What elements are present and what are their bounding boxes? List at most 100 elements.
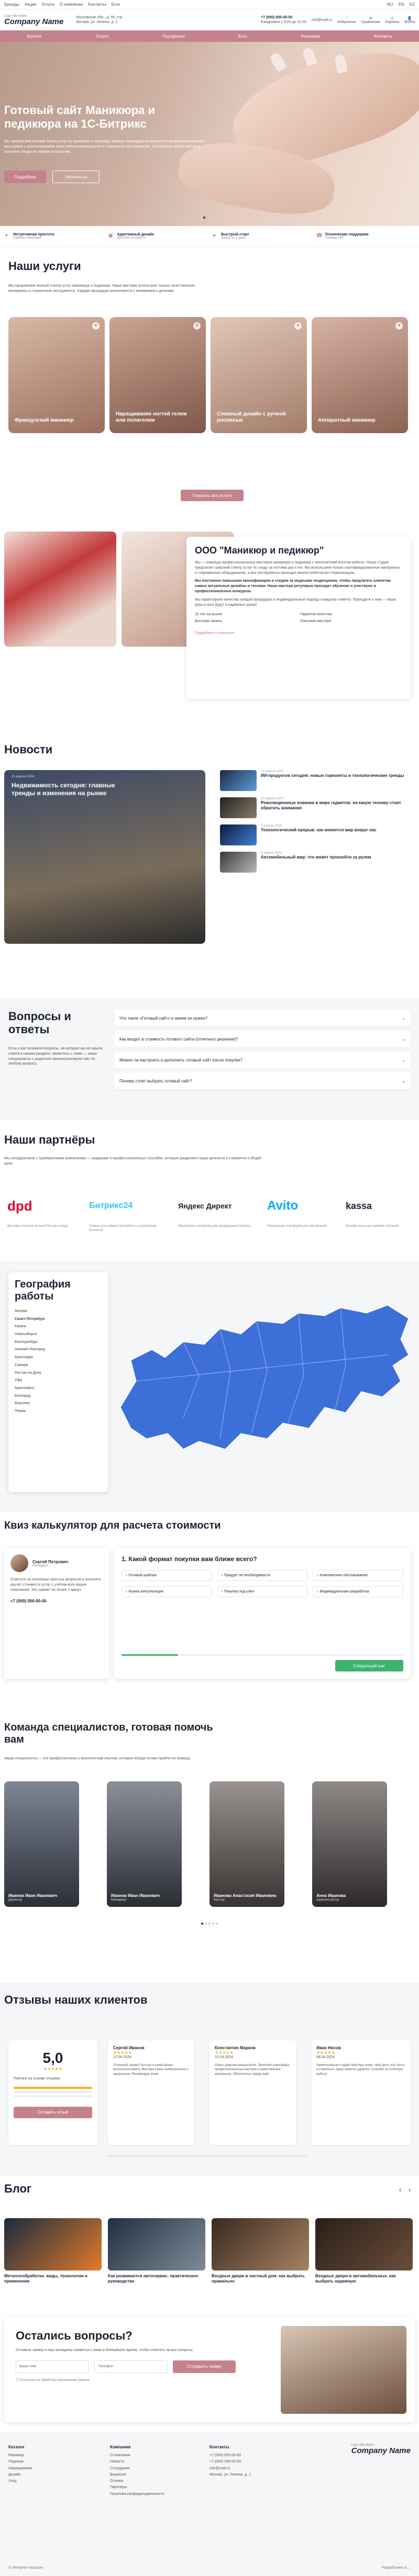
nav-catalog[interactable]: Каталог (23, 34, 46, 39)
city-item[interactable]: Воронеж (15, 1400, 102, 1408)
topbar-link[interactable]: Бренды (4, 2, 19, 7)
faq-item[interactable]: Можно ли настроить и дополнить готовый с… (114, 1052, 411, 1068)
service-card[interactable]: + Наращивание ногтей гелем или полигелем (109, 317, 206, 433)
team-member-card[interactable]: Иванов Иван Иванович Директор (4, 1781, 79, 1907)
russia-map[interactable] (115, 1292, 414, 1465)
footer-link[interactable]: +7 (000) 000-00-00 (210, 2453, 251, 2459)
compare-button[interactable]: ⇄ Сравнение (361, 16, 380, 24)
quiz-option[interactable]: ○ Нужна консультация (122, 1586, 212, 1597)
city-item[interactable]: Белгород (15, 1393, 102, 1400)
topbar-link[interactable]: Блог (112, 2, 120, 7)
nav-blog[interactable]: Блог (234, 34, 251, 39)
nav-company[interactable]: Компания (297, 34, 325, 39)
city-item[interactable]: Казань (15, 1323, 102, 1331)
blog-card[interactable]: Входные двери в автомобильных: как выбра… (315, 2218, 413, 2291)
footer-link[interactable]: О компании (110, 2453, 164, 2459)
blog-card[interactable]: Металлообработка: виды, технологии и при… (4, 2218, 102, 2291)
quiz-option[interactable]: ○ Продукт по необходимости (217, 1570, 308, 1581)
phone-input[interactable] (94, 2360, 168, 2373)
partner-card[interactable]: dpd Доставка посылок по всей России и мир… (7, 1188, 81, 1245)
lang-kz[interactable]: KZ (410, 2, 415, 7)
footer-link[interactable]: Педикюр (8, 2459, 32, 2465)
footer-link[interactable]: Уход (8, 2478, 32, 2484)
city-item[interactable]: Ростов-на-Дону (15, 1370, 102, 1377)
faq-item[interactable]: Почему стоит выбрать готовый сайт? ⌄ (114, 1072, 411, 1089)
hero-more-button[interactable]: Подробнее (4, 171, 46, 183)
city-item[interactable]: Екатеринбург (15, 1339, 102, 1347)
team-pagination[interactable] (0, 1923, 419, 1925)
footer-link[interactable]: Партнёры (110, 2484, 164, 2491)
topbar-link[interactable]: Контакты (88, 2, 106, 7)
hero-pagination[interactable] (0, 217, 419, 219)
city-item[interactable]: Санкт-Петербург (15, 1316, 102, 1324)
login-button[interactable]: 👤 Войти (404, 16, 415, 24)
city-item[interactable]: Нижний Новгород (15, 1346, 102, 1354)
quiz-option[interactable]: ○ Готовый шаблон (122, 1570, 212, 1581)
footer-logo[interactable]: Logo Site Demo Company Name (351, 2444, 411, 2455)
footer-link[interactable]: Сотрудники (110, 2466, 164, 2472)
submit-button[interactable]: Отправить заявку (173, 2360, 236, 2373)
quiz-option[interactable]: ○ Комплексное обслуживание (313, 1570, 403, 1581)
nav-services[interactable]: Услуги (92, 34, 113, 39)
reviews-scrollbar[interactable] (108, 2155, 307, 2157)
city-item[interactable]: Новосибирск (15, 1331, 102, 1339)
service-card[interactable]: + Французский маникюр (8, 317, 105, 433)
news-item[interactable]: 8 апреля 2024 Технологический прорыв: как… (220, 824, 411, 845)
footer-link[interactable]: Маникюр (8, 2453, 32, 2459)
city-item[interactable]: Краснодар (15, 1354, 102, 1362)
quiz-next-button[interactable]: Следующий шаг (335, 1660, 403, 1671)
city-item[interactable]: Самара (15, 1362, 102, 1370)
team-member-card[interactable]: Анна Иванова Администратор (312, 1781, 387, 1907)
footer-link[interactable]: Политика конфиденциальности (110, 2491, 164, 2498)
city-item[interactable]: Москва (15, 1308, 102, 1316)
lang-en[interactable]: EN (399, 2, 404, 7)
topbar-link[interactable]: Услуги (41, 2, 54, 7)
favorites-button[interactable]: ♡ Избранное (337, 16, 356, 24)
city-item[interactable]: Пермь (15, 1408, 102, 1416)
footer-link[interactable]: info@mail.ru (210, 2466, 251, 2472)
nav-portfolio[interactable]: Портфолио (158, 34, 189, 39)
faq-item[interactable]: Что такое «Готовый сайт» и зачем он нуже… (114, 1010, 411, 1026)
blog-card[interactable]: Входные двери в частный дом: как выбрать… (212, 2218, 309, 2291)
chevron-left-icon[interactable]: ‹ (399, 2186, 401, 2194)
services-more-button[interactable]: Показать все услуги (181, 490, 244, 501)
footer-link[interactable]: Москва, ул. Ленина, д. 1 (210, 2472, 251, 2478)
footer-link[interactable]: +7 (000) 000-00-00 (210, 2459, 251, 2465)
news-main-card[interactable]: 15 апреля 2024 Недвижимость сегодня: гла… (4, 770, 205, 944)
lang-ru[interactable]: RU (387, 2, 393, 7)
footer-link[interactable]: Отзывы (110, 2478, 164, 2484)
service-card[interactable]: + Сложный дизайн с ручной росписью (211, 317, 307, 433)
topbar-link[interactable]: Акции (25, 2, 36, 7)
cart-button[interactable]: 🛒 Корзина (385, 16, 400, 24)
city-item[interactable]: Уфа (15, 1377, 102, 1385)
footer-link[interactable]: Новости (110, 2459, 164, 2465)
quiz-phone[interactable]: +7 (000) 000-00-00 (10, 1599, 103, 1603)
news-item[interactable]: 5 апреля 2024 Автомобильный мир: что може… (220, 852, 411, 873)
quiz-option[interactable]: ○ Покупка под ключ (217, 1586, 308, 1597)
city-item[interactable]: Красноярск (15, 1385, 102, 1393)
footer-link[interactable]: Дизайн (8, 2472, 32, 2478)
news-item[interactable]: 10 апреля 2024 Революционные новинки в ми… (220, 797, 411, 818)
nav-contacts[interactable]: Контакты (370, 34, 396, 39)
hero-signup-button[interactable]: Записаться (52, 171, 100, 183)
partner-card[interactable]: Битрикс24 Сервис для совместной работы и … (89, 1188, 162, 1245)
footer-link[interactable]: Вакансии (110, 2472, 164, 2478)
partner-card[interactable]: kassa Онлайн-касса для приёма платежей (346, 1188, 419, 1245)
partner-card[interactable]: Яндекс Директ Рекламная платформа для про… (178, 1188, 251, 1245)
quiz-option[interactable]: ○ Индивидуальная разработка (313, 1586, 403, 1597)
service-card[interactable]: + Аппаратный маникюр (312, 317, 408, 433)
header-phone[interactable]: +7 (000) 000-00-00 (261, 16, 306, 19)
chevron-right-icon[interactable]: › (409, 2186, 411, 2194)
news-item[interactable]: 12 апреля 2024 ИИ-продуктов сегодня: новы… (220, 770, 411, 791)
footer-link[interactable]: Наращивание (8, 2466, 32, 2472)
partner-card[interactable]: Avito Популярная платформа для объявлений (267, 1188, 340, 1245)
logo[interactable]: Logo Site Demo Company Name (4, 15, 63, 26)
team-member-card[interactable]: Иванов Иван Иванович Менеджер (107, 1781, 182, 1907)
blog-card[interactable]: Как развивается автосервис: практическое… (108, 2218, 205, 2291)
team-member-card[interactable]: Иванова Анастасия Ивановна Мастер (210, 1781, 284, 1907)
topbar-link[interactable]: О компании (60, 2, 83, 7)
about-more-link[interactable]: Подробнее о компании (195, 631, 234, 635)
faq-item[interactable]: Как входит в стоимость готового сайта (о… (114, 1031, 411, 1047)
name-input[interactable] (16, 2360, 89, 2373)
leave-review-button[interactable]: Оставить отзыв (14, 2106, 92, 2118)
